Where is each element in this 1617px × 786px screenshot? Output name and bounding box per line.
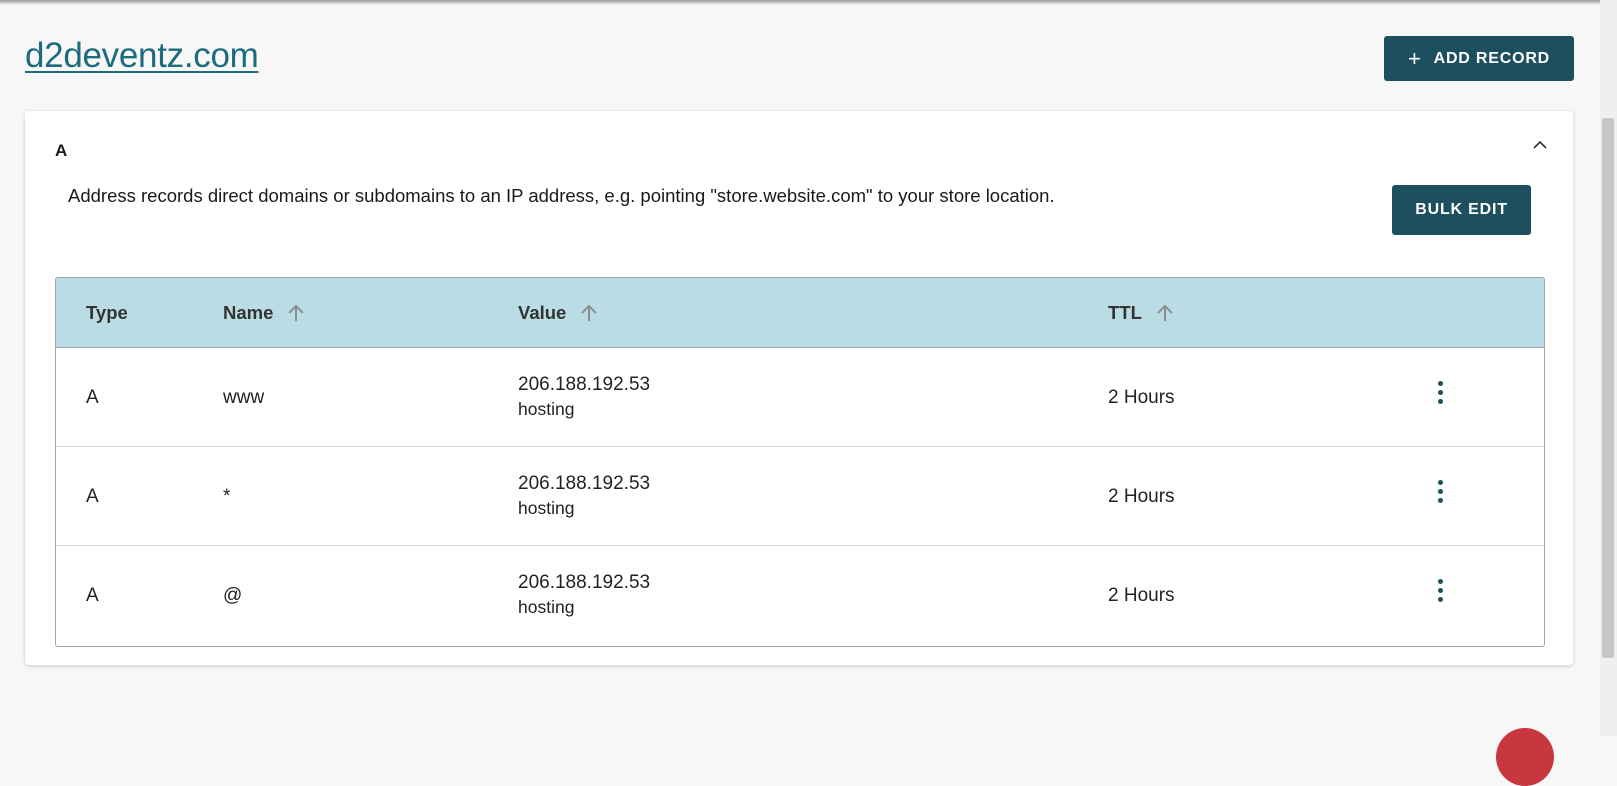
add-record-label: ADD RECORD bbox=[1433, 49, 1551, 67]
sort-arrow-up-icon[interactable] bbox=[285, 302, 307, 324]
column-header-ttl[interactable]: TTL bbox=[1108, 302, 1176, 324]
record-value-note: hosting bbox=[518, 399, 575, 419]
bulk-edit-button[interactable]: BULK EDIT bbox=[1392, 185, 1531, 235]
chevron-up-icon[interactable] bbox=[1530, 135, 1550, 155]
record-type: A bbox=[86, 585, 99, 606]
section-description: Address records direct domains or subdom… bbox=[68, 185, 1055, 206]
column-name-label: Name bbox=[223, 302, 274, 323]
records-table: Type Name Value TTL A www 206.188.192.53… bbox=[55, 277, 1545, 647]
section-title: A bbox=[55, 141, 68, 160]
record-name: www bbox=[223, 387, 265, 408]
sort-arrow-up-icon[interactable] bbox=[1154, 302, 1176, 324]
more-vertical-icon[interactable] bbox=[1435, 381, 1445, 407]
top-bar-shadow bbox=[0, 0, 1600, 5]
table-row: A * 206.188.192.53 hosting 2 Hours bbox=[56, 447, 1544, 546]
column-ttl-label: TTL bbox=[1108, 302, 1142, 323]
domain-link[interactable]: d2deventz.com bbox=[25, 36, 259, 76]
record-name: @ bbox=[223, 585, 243, 606]
record-value: 206.188.192.53 bbox=[518, 572, 651, 593]
more-vertical-icon[interactable] bbox=[1435, 480, 1445, 506]
help-chat-button[interactable] bbox=[1496, 728, 1554, 786]
record-name: * bbox=[223, 486, 231, 507]
record-value: 206.188.192.53 bbox=[518, 473, 651, 494]
plus-icon: + bbox=[1407, 45, 1422, 71]
column-value-label: Value bbox=[518, 302, 567, 323]
record-ttl: 2 Hours bbox=[1108, 486, 1175, 507]
record-ttl: 2 Hours bbox=[1108, 585, 1175, 606]
table-header: Type Name Value TTL bbox=[56, 278, 1544, 348]
column-type-label: Type bbox=[86, 302, 128, 323]
table-row: A www 206.188.192.53 hosting 2 Hours bbox=[56, 348, 1544, 447]
record-value-note: hosting bbox=[518, 597, 575, 617]
add-record-button[interactable]: + ADD RECORD bbox=[1384, 36, 1574, 81]
column-header-type: Type bbox=[86, 302, 128, 324]
record-value: 206.188.192.53 bbox=[518, 374, 651, 395]
column-header-value[interactable]: Value bbox=[518, 302, 600, 324]
record-value-note: hosting bbox=[518, 498, 575, 518]
record-ttl: 2 Hours bbox=[1108, 387, 1175, 408]
record-type: A bbox=[86, 486, 99, 507]
sort-arrow-up-icon[interactable] bbox=[578, 302, 600, 324]
column-header-name[interactable]: Name bbox=[223, 302, 307, 324]
table-row: A @ 206.188.192.53 hosting 2 Hours bbox=[56, 546, 1544, 644]
record-type: A bbox=[86, 387, 99, 408]
scrollbar-thumb[interactable] bbox=[1602, 118, 1614, 658]
more-vertical-icon[interactable] bbox=[1435, 579, 1445, 605]
